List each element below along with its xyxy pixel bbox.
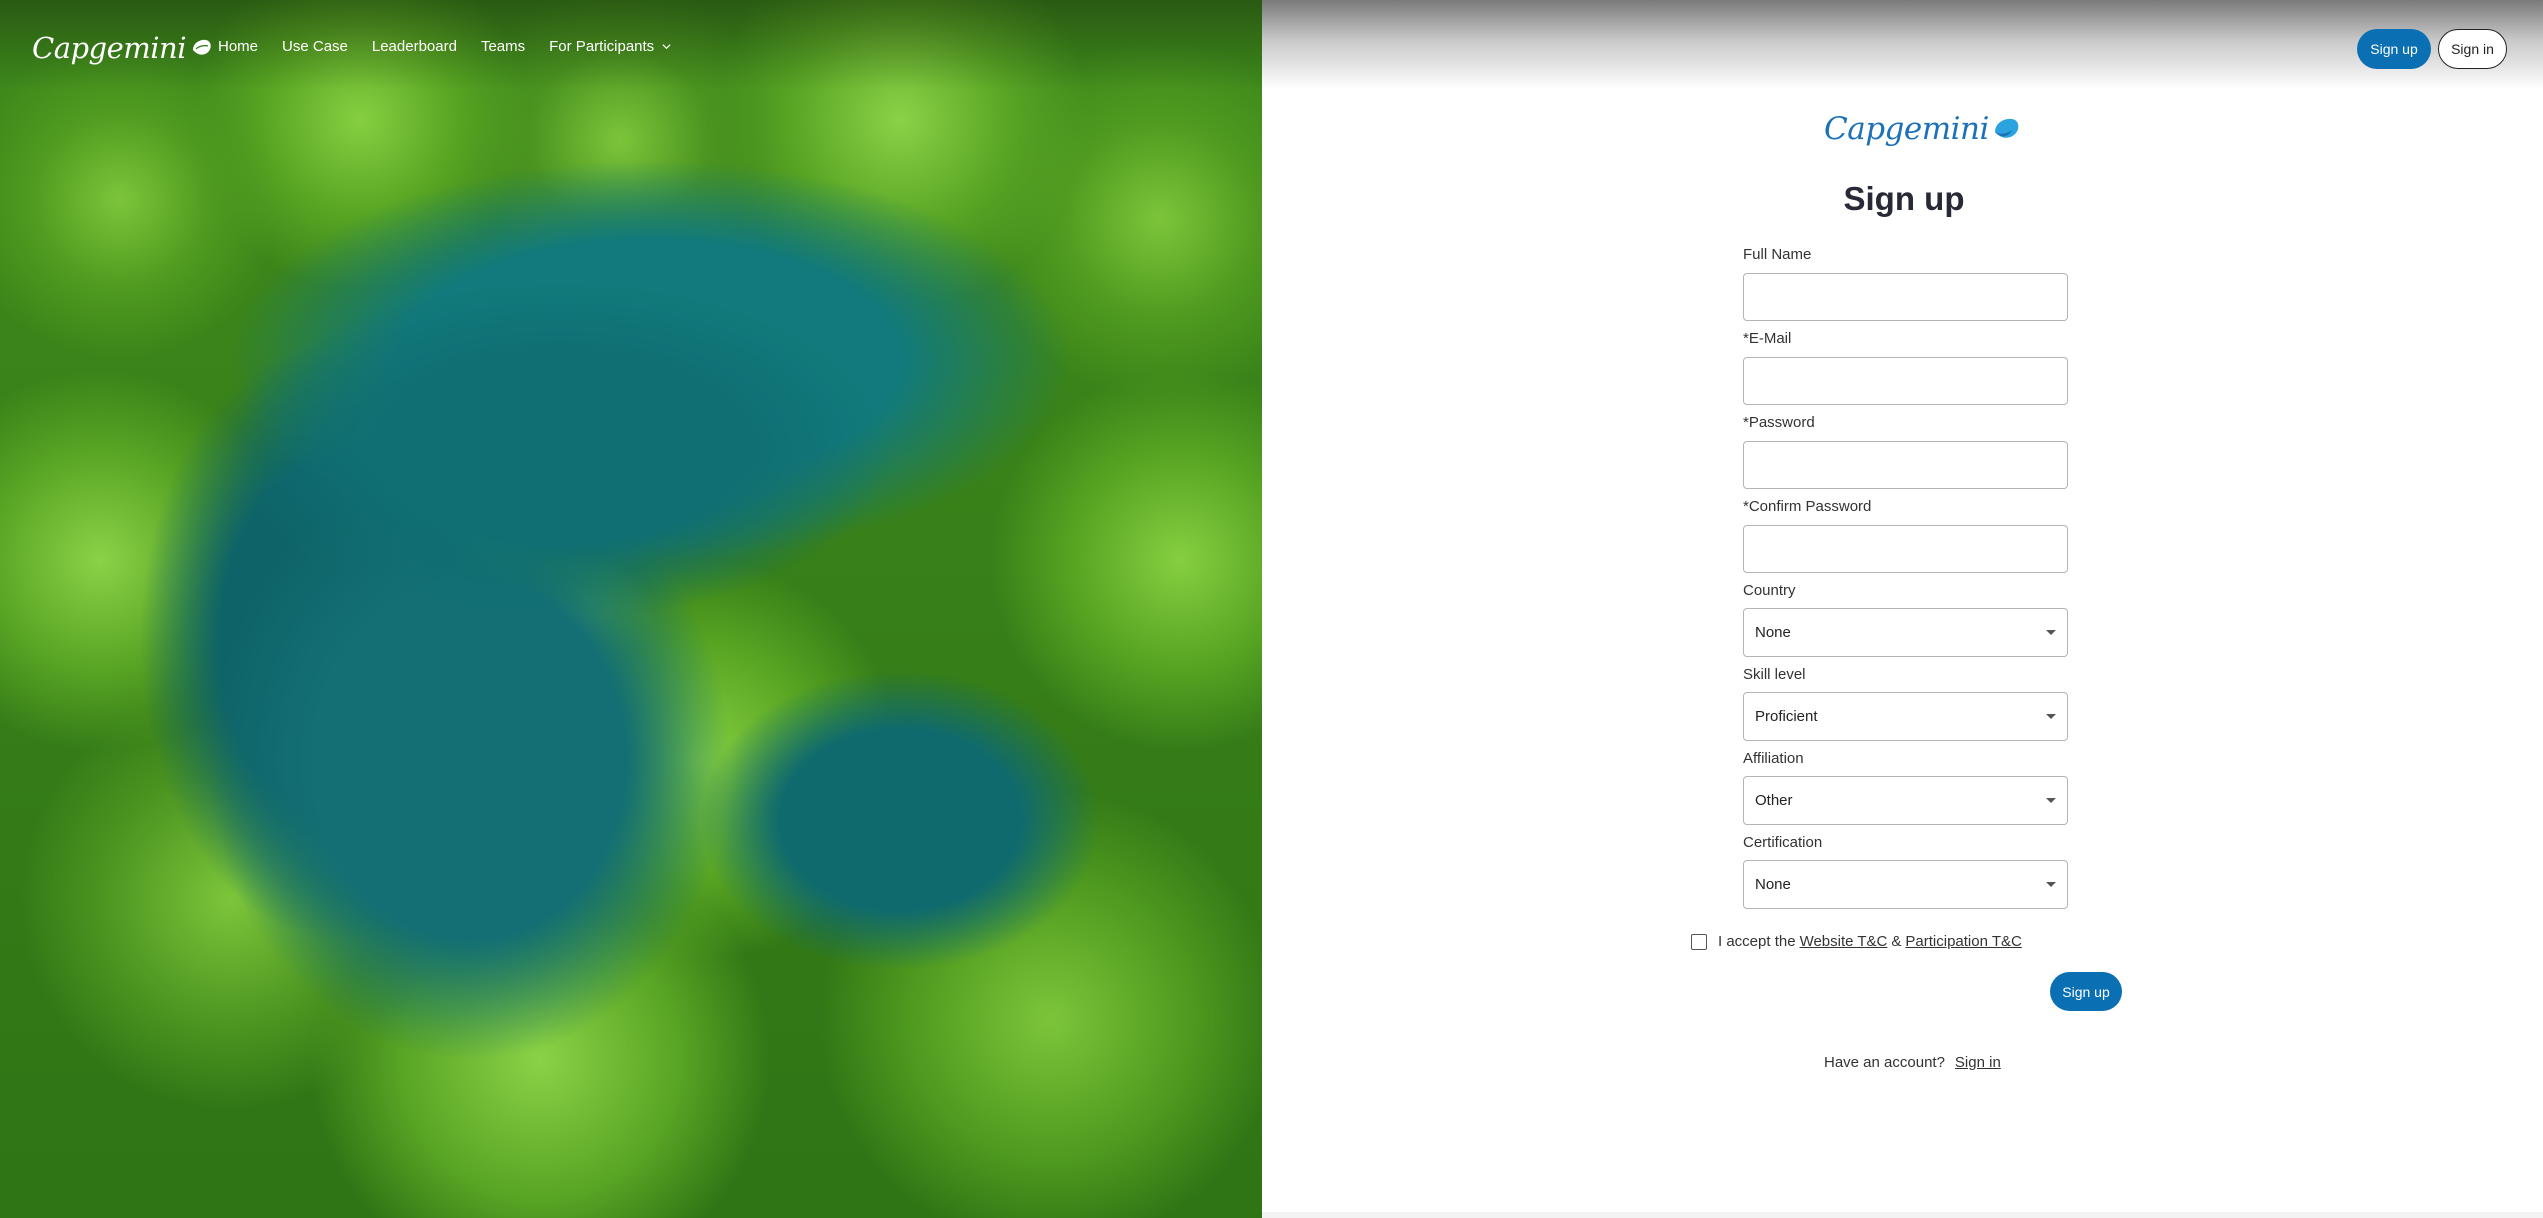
terms-row: I accept the Website T&C & Participation… bbox=[1691, 933, 2026, 950]
email-label: *E-Mail bbox=[1743, 330, 1792, 347]
brand-wordmark: Capgemini bbox=[32, 31, 187, 65]
full-name-label: Full Name bbox=[1743, 246, 1812, 263]
affiliation-select[interactable]: Other bbox=[1743, 776, 2068, 825]
header-signup-button[interactable]: Sign up bbox=[2357, 29, 2431, 69]
hero-forest-image bbox=[0, 0, 1262, 1218]
spade-logo-icon bbox=[1994, 118, 2019, 138]
full-name-input[interactable] bbox=[1743, 273, 2068, 321]
brand-logo-form: Capgemini bbox=[1824, 107, 2020, 151]
certification-select[interactable]: None bbox=[1743, 860, 2068, 909]
password-label: *Password bbox=[1743, 414, 1815, 431]
country-value: None bbox=[1755, 624, 1791, 641]
email-input[interactable] bbox=[1743, 357, 2068, 405]
country-label: Country bbox=[1743, 582, 1796, 599]
spade-logo-icon bbox=[193, 39, 211, 55]
confirm-password-label: *Confirm Password bbox=[1743, 498, 1872, 515]
main-nav: Home Use Case Leaderboard Teams For Part… bbox=[218, 38, 671, 55]
bottom-strip bbox=[1262, 1212, 2543, 1218]
skill-level-select[interactable]: Proficient bbox=[1743, 692, 2068, 741]
nav-home[interactable]: Home bbox=[218, 38, 258, 55]
nav-teams[interactable]: Teams bbox=[481, 38, 525, 55]
caret-down-icon bbox=[2046, 630, 2056, 635]
submit-signup-button[interactable]: Sign up bbox=[2050, 972, 2122, 1011]
terms-prefix: I accept the bbox=[1718, 933, 1796, 950]
account-prompt-text: Have an account? bbox=[1824, 1054, 1945, 1071]
certification-value: None bbox=[1755, 876, 1791, 893]
participation-tc-link[interactable]: Participation T&C bbox=[1905, 933, 2021, 950]
terms-joiner: & bbox=[1891, 933, 1902, 950]
password-input[interactable] bbox=[1743, 441, 2068, 489]
caret-down-icon bbox=[2046, 714, 2056, 719]
header-bar bbox=[1262, 0, 2543, 90]
affiliation-value: Other bbox=[1755, 792, 1793, 809]
skill-level-value: Proficient bbox=[1755, 708, 1818, 725]
nav-use-case[interactable]: Use Case bbox=[282, 38, 348, 55]
nav-leaderboard[interactable]: Leaderboard bbox=[372, 38, 457, 55]
confirm-password-input[interactable] bbox=[1743, 525, 2068, 573]
brand-logo-header[interactable]: Capgemini bbox=[32, 26, 212, 70]
caret-down-icon bbox=[2046, 882, 2056, 887]
header-signin-button[interactable]: Sign in bbox=[2438, 29, 2507, 69]
terms-checkbox[interactable] bbox=[1691, 933, 1707, 950]
brand-wordmark-form: Capgemini bbox=[1824, 111, 1989, 147]
certification-label: Certification bbox=[1743, 834, 1823, 851]
country-select[interactable]: None bbox=[1743, 608, 2068, 657]
nav-for-participants-label: For Participants bbox=[549, 38, 655, 55]
skill-level-label: Skill level bbox=[1743, 666, 1806, 683]
affiliation-label: Affiliation bbox=[1743, 750, 1804, 767]
nav-for-participants[interactable]: For Participants bbox=[549, 38, 671, 55]
chevron-down-icon bbox=[662, 44, 671, 50]
page-title: Sign up bbox=[1843, 180, 1965, 217]
website-tc-link[interactable]: Website T&C bbox=[1800, 933, 1888, 950]
caret-down-icon bbox=[2046, 798, 2056, 803]
signin-link[interactable]: Sign in bbox=[1955, 1054, 2001, 1071]
account-prompt-row: Have an account? Sign in bbox=[1824, 1054, 2001, 1071]
